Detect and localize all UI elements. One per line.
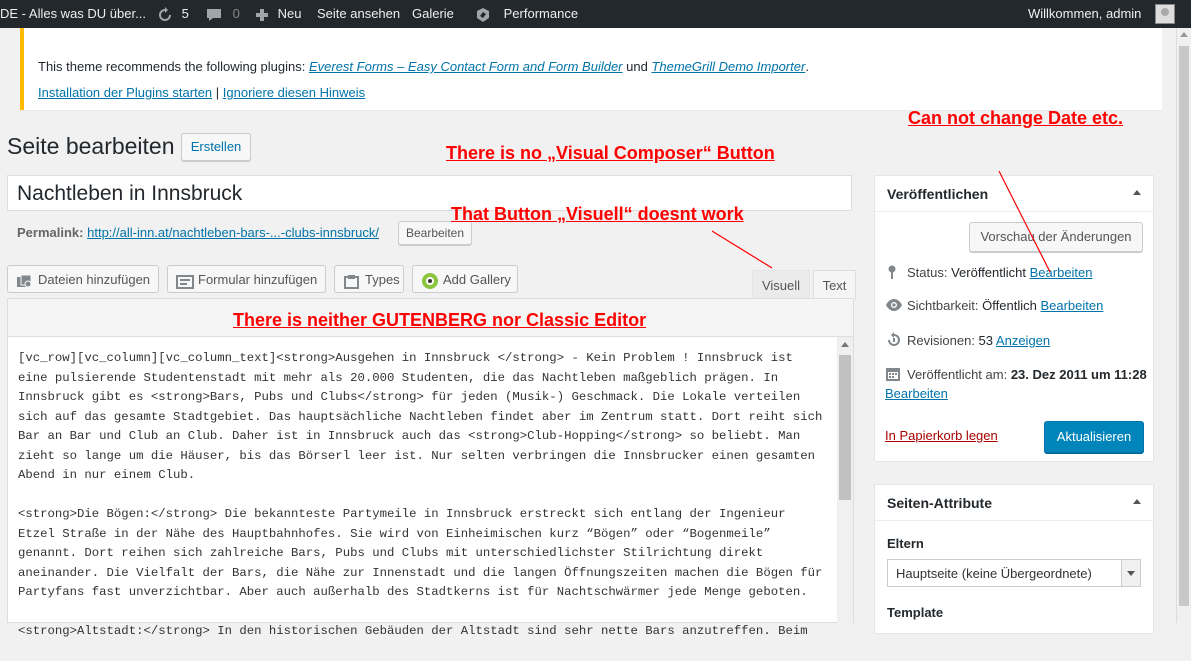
annotation-line (998, 170, 1051, 273)
editor-paragraph: <strong>Altstadt:</strong> In den histor… (18, 624, 808, 638)
annotation-line (711, 230, 773, 269)
annotation-arrows (711, 170, 1051, 273)
